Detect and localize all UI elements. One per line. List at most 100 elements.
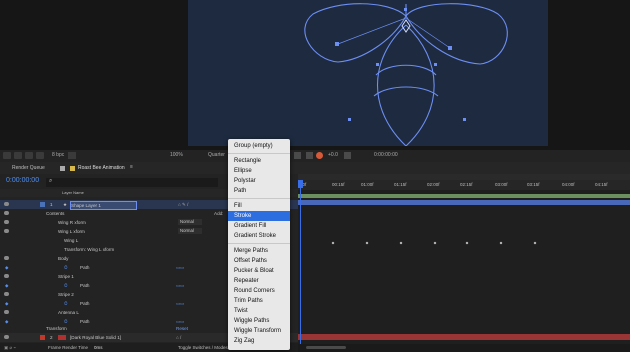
path-vertex [463,118,466,121]
menu-item-offset-paths[interactable]: Offset Paths [234,256,290,266]
layer-switches[interactable]: ⌂ / [176,333,181,342]
snapshot-icon[interactable] [3,152,11,159]
reset-link[interactable]: Reset [176,325,188,333]
path-value-icon[interactable]: ▭▭ [176,281,184,290]
keyframe-nav-icon[interactable]: ◆ [5,299,9,308]
transparency-grid-icon[interactable] [306,152,313,159]
menu-item-gradient-fill[interactable]: Gradient Fill [234,221,290,231]
layer-search-input[interactable]: ⌕ [46,178,218,187]
ruler-tick: 00:15f [332,182,345,187]
menu-item-round-corners[interactable]: Round Corners [234,286,290,296]
color-management-icon[interactable] [25,152,33,159]
keyframe[interactable] [365,241,369,245]
stripe-2-path [373,86,439,97]
layer-2-bar[interactable] [298,334,630,340]
exposure-reset-icon[interactable] [316,152,323,159]
blend-mode-dropdown[interactable]: Normal [178,219,202,225]
visibility-eye-icon[interactable] [4,335,9,339]
toggle-switches-modes[interactable]: Toggle Switches / Modes [178,343,228,352]
playhead-handle-icon[interactable] [298,180,303,188]
tree-label: Stripe 1 [58,274,74,279]
menu-item-wiggle-transform[interactable]: Wiggle Transform [234,326,290,336]
blend-mode-dropdown[interactable]: Normal [178,228,202,234]
layer-1-duration-bar[interactable] [298,194,630,198]
menu-separator [228,153,290,154]
add-shape-context-menu: Group (empty) Rectangle Ellipse Polystar… [228,139,290,350]
keyframe[interactable] [331,241,335,245]
column-layer-name[interactable]: Layer Name [62,189,84,197]
visibility-eye-icon[interactable] [4,229,9,233]
menu-item-twist[interactable]: Twist [234,306,290,316]
keyframe-nav-icon[interactable]: ◆ [5,281,9,290]
footer-icons[interactable]: ▣ ⌀ ⌁ [4,343,16,352]
menu-item-pucker-bloat[interactable]: Pucker & Bloat [234,266,290,276]
menu-item-gradient-stroke[interactable]: Gradient Stroke [234,231,290,241]
body-path [377,24,435,146]
visibility-eye-icon[interactable] [4,274,9,278]
camera-snapshot-icon[interactable] [344,152,351,159]
layer-name[interactable]: [Dark Royal Blue Solid 1] [70,333,121,342]
path-value-icon[interactable]: ▭▭ [176,299,184,308]
menu-item-rectangle[interactable]: Rectangle [234,156,290,166]
shape-layer-icon: ★ [63,202,68,207]
visibility-eye-icon[interactable] [4,310,9,314]
tree-label: Contents [46,211,65,216]
bee-shape-paths[interactable] [188,0,548,146]
keyframe[interactable] [433,241,437,245]
visibility-eye-icon[interactable] [4,220,9,224]
trash-icon[interactable] [68,152,76,159]
visibility-eye-icon[interactable] [4,292,9,296]
keyframe[interactable] [499,241,503,245]
menu-item-merge-paths[interactable]: Merge Paths [234,246,290,256]
visibility-eye-icon[interactable] [4,211,9,215]
visibility-eye-icon[interactable] [4,202,9,206]
camera-icon[interactable] [36,152,44,159]
time-ruler[interactable]: 00f 00:15f 01:00f 01:15f 02:00f 02:15f 0… [298,180,630,190]
path-value-icon[interactable]: ▭▭ [176,263,184,272]
stopwatch-icon[interactable]: ⏱ [64,263,68,272]
tab-menu-icon[interactable]: ≡ [130,164,133,170]
tree-label: Stripe 2 [58,292,74,297]
menu-item-path[interactable]: Path [234,186,290,196]
resolution-dropdown[interactable]: Quarter [208,152,225,158]
current-time-display[interactable]: 0:00:00:00 [6,177,39,184]
menu-item-group-empty[interactable]: Group (empty) [234,141,290,151]
zoom-dropdown[interactable]: 100% [170,152,183,158]
tab-comp[interactable]: Roast Bee Animation [78,165,125,171]
bpc-label[interactable]: 8 bpc [52,152,64,158]
menu-item-zig-zag[interactable]: Zig Zag [234,336,290,346]
keyframe[interactable] [465,241,469,245]
menu-item-trim-paths[interactable]: Trim Paths [234,296,290,306]
keyframe[interactable] [533,241,537,245]
visibility-eye-icon[interactable] [4,256,9,260]
anchor-point-icon [401,19,411,33]
playhead[interactable] [300,180,301,352]
frame-render-time-label: Frame Render Time [48,345,89,350]
region-icon[interactable] [294,152,301,159]
exposure-value[interactable]: +0.0 [328,152,338,158]
menu-item-polystar[interactable]: Polystar [234,176,290,186]
zoom-slider[interactable] [306,346,346,349]
composition-canvas[interactable] [188,0,548,146]
layer-label-color[interactable] [40,202,45,207]
keyframe[interactable] [399,241,403,245]
menu-item-ellipse[interactable]: Ellipse [234,166,290,176]
close-icon[interactable] [60,166,65,171]
menu-item-fill[interactable]: Fill [234,201,290,211]
menu-item-wiggle-paths[interactable]: Wiggle Paths [234,316,290,326]
show-channel-icon[interactable] [14,152,22,159]
menu-item-repeater[interactable]: Repeater [234,276,290,286]
viewer-timecode[interactable]: 0:00:00:00 [374,152,398,158]
tab-render-queue[interactable]: Render Queue [12,165,45,171]
add-button[interactable]: Add: [214,209,223,218]
stopwatch-icon[interactable]: ⏱ [64,281,68,290]
stopwatch-icon[interactable]: ⏱ [64,299,68,308]
layer-switches[interactable]: ⌂ ✎ / [178,200,188,209]
layer-1-bar[interactable] [298,200,630,205]
tree-label: Body [58,256,69,261]
keyframe-nav-icon[interactable]: ◆ [5,263,9,272]
menu-item-stroke[interactable]: Stroke [234,211,290,221]
layer-label-color[interactable] [40,335,45,340]
timeline-graph-area[interactable]: 00f 00:15f 01:00f 01:15f 02:00f 02:15f 0… [298,174,630,352]
timeline-zoom-bar[interactable] [298,344,630,352]
